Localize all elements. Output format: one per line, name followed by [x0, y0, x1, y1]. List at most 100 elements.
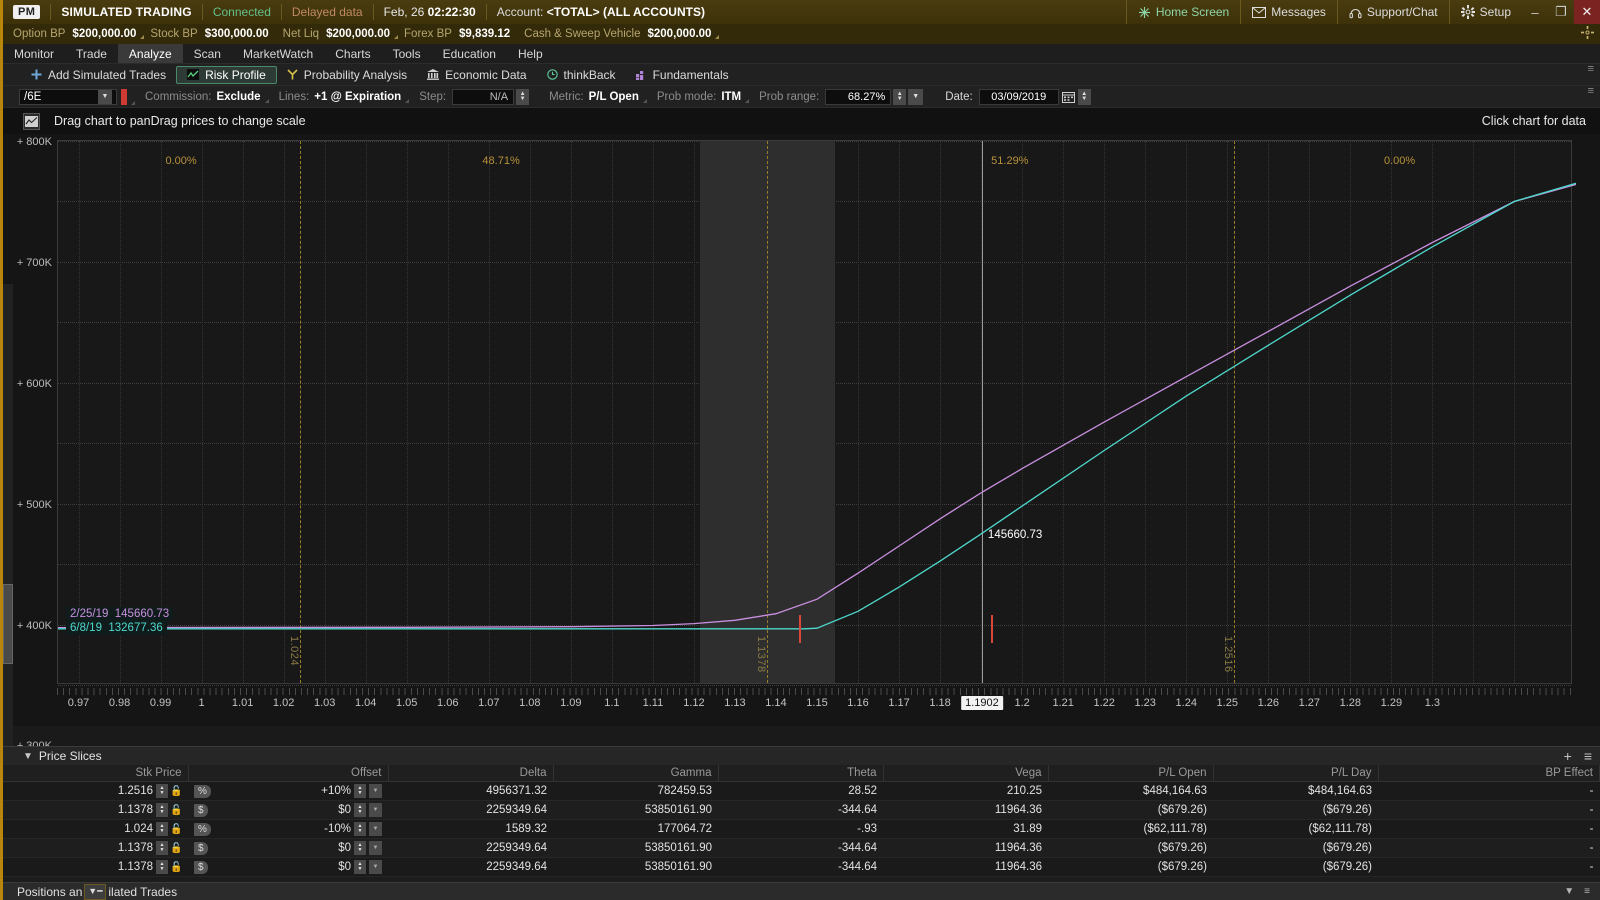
lines-group[interactable]: Lines: +1 @ Expiration [279, 91, 414, 103]
lock-icon[interactable]: 🔓 [170, 842, 182, 855]
offset-dropdown-icon[interactable]: ▼ [369, 803, 382, 817]
stk-price-stepper[interactable]: ▲ ▼ [156, 822, 168, 836]
minimize-button[interactable]: – [1522, 0, 1548, 24]
prob-range-input[interactable]: 68.27% [825, 88, 892, 105]
column-header-vega[interactable]: Vega [883, 765, 1049, 782]
cell-offset[interactable]: % -10% ▲ ▼ ▼ [188, 819, 388, 839]
scrollbar-thumb[interactable] [3, 584, 13, 664]
home-screen-button[interactable]: Home Screen [1125, 0, 1240, 24]
chart-thumbnail-icon[interactable] [23, 112, 40, 130]
menu-item-charts[interactable]: Charts [324, 44, 381, 63]
maximize-button[interactable]: ❐ [1548, 0, 1574, 24]
symbol-select[interactable]: /6E ▼ [19, 88, 117, 105]
bp-item-stock[interactable]: Stock BP $300,000.00 [150, 28, 278, 40]
stk-price-stepper[interactable]: ▲ ▼ [156, 784, 168, 798]
date-input[interactable]: 03/09/2019 [978, 88, 1059, 105]
menu-item-help[interactable]: Help [507, 44, 554, 63]
bp-item-netliq[interactable]: Net Liq $200,000.00 [283, 28, 400, 40]
column-header-theta[interactable]: Theta [718, 765, 884, 782]
chevron-down-icon[interactable]: ▼ [23, 751, 33, 762]
offset-unit-tag[interactable]: % [194, 822, 211, 836]
offset-unit-tag[interactable]: % [194, 784, 211, 798]
cell-stk-price[interactable]: 1.2516 ▲ ▼ 🔓 [3, 781, 188, 801]
offset-stepper[interactable]: ▲ ▼ [354, 841, 366, 855]
account-selector[interactable]: Account: <TOTAL> (ALL ACCOUNTS) [497, 5, 705, 19]
step-stepper[interactable]: ▲ ▼ [516, 88, 530, 105]
menu-item-monitor[interactable]: Monitor [3, 44, 65, 63]
date-stepper[interactable]: ▲ ▼ [1077, 88, 1091, 105]
table-row[interactable]: 1.1378 ▲ ▼ 🔓 $ $0 ▲ ▼ ▼ 2259349.64 53850161.90 -344… [3, 800, 1600, 820]
cell-stk-price[interactable]: 1.1378 ▲ ▼ 🔓 [3, 800, 188, 820]
bottom-collapse-icon[interactable]: ▼ [1564, 886, 1574, 897]
menu-item-trade[interactable]: Trade [65, 44, 118, 63]
stk-price-stepper[interactable]: ▲ ▼ [156, 803, 168, 817]
menu-item-education[interactable]: Education [432, 44, 507, 63]
offset-stepper[interactable]: ▲ ▼ [354, 822, 366, 836]
cell-offset[interactable]: $ $0 ▲ ▼ ▼ [188, 800, 388, 820]
setup-button[interactable]: Setup [1448, 0, 1522, 24]
lock-icon[interactable]: 🔓 [170, 861, 182, 874]
lock-icon[interactable]: 🔓 [170, 823, 182, 836]
tab-fundamentals[interactable]: Fundamentals [626, 66, 739, 84]
prob-mode-group[interactable]: Prob mode: ITM [657, 91, 753, 103]
prob-range-dropdown[interactable]: ▼ [908, 88, 924, 105]
x-axis-cursor-label[interactable]: 1.1902 [961, 696, 1003, 710]
column-header-delta[interactable]: Delta [388, 765, 554, 782]
offset-dropdown-icon[interactable]: ▼ [369, 860, 382, 874]
calendar-icon[interactable] [1061, 89, 1076, 105]
tab-risk-profile[interactable]: Risk Profile [176, 65, 277, 84]
column-header-offset[interactable]: Offset [188, 765, 389, 782]
close-button[interactable]: ✕ [1574, 0, 1600, 24]
stk-price-stepper[interactable]: ▲ ▼ [156, 841, 168, 855]
cell-stk-price[interactable]: 1.1378 ▲ ▼ 🔓 [3, 838, 188, 858]
menu-item-analyze[interactable]: Analyze [117, 44, 183, 63]
bp-item-cash-sweep[interactable]: Cash & Sweep Vehicle $200,000.00 [524, 28, 721, 40]
cell-offset[interactable]: $ $0 ▲ ▼ ▼ [188, 838, 388, 858]
menu-item-marketwatch[interactable]: MarketWatch [232, 44, 324, 63]
column-header-bp-effect[interactable]: BP Effect [1378, 765, 1600, 782]
commission-group[interactable]: Commission: Exclude [145, 91, 273, 103]
table-row[interactable]: 1.024 ▲ ▼ 🔓% -10% ▲ ▼ ▼ 1589.32 177064.72 -.93 31.8… [3, 819, 1600, 839]
offset-dropdown-icon[interactable]: ▼ [369, 784, 382, 798]
prob-range-stepper[interactable]: ▲ ▼ [893, 88, 907, 105]
step-input[interactable]: N/A [452, 88, 515, 105]
column-header-p-l-day[interactable]: P/L Day [1213, 765, 1379, 782]
table-row[interactable]: 1.1378 ▲ ▼ 🔓 $ $0 ▲ ▼ ▼ 2259349.64 53850161.90 -344… [3, 857, 1600, 877]
tab-add-simulated-trades[interactable]: Add Simulated Trades [21, 66, 176, 84]
column-header-stk-price[interactable]: Stk Price [3, 765, 189, 782]
offset-unit-tag[interactable]: $ [194, 860, 208, 874]
lock-icon[interactable]: 🔓 [170, 804, 182, 817]
tab-thinkback[interactable]: thinkBack [537, 66, 626, 84]
cell-stk-price[interactable]: 1.024 ▲ ▼ 🔓 [3, 819, 188, 839]
lock-icon[interactable]: 🔓 [170, 785, 182, 798]
bp-settings-gear-icon[interactable] [1581, 26, 1594, 39]
tab-economic-data[interactable]: Economic Data [417, 66, 536, 84]
offset-unit-tag[interactable]: $ [194, 841, 208, 855]
control-bar-menu-icon[interactable]: ≡ [1588, 86, 1594, 97]
cell-stk-price[interactable]: 1.1378 ▲ ▼ 🔓 [3, 857, 188, 877]
offset-stepper[interactable]: ▲ ▼ [354, 784, 366, 798]
menu-item-scan[interactable]: Scan [183, 44, 232, 63]
cell-offset[interactable]: % +10% ▲ ▼ ▼ [188, 781, 388, 801]
offset-stepper[interactable]: ▲ ▼ [354, 860, 366, 874]
price-slices-menu-icon[interactable]: ≡ [1584, 748, 1592, 764]
add-slice-button[interactable]: + [1564, 748, 1572, 764]
chart-vertical-scrollbar[interactable] [3, 284, 13, 804]
offset-stepper[interactable]: ▲ ▼ [354, 803, 366, 817]
cell-offset[interactable]: $ $0 ▲ ▼ ▼ [188, 857, 388, 877]
table-row[interactable]: 1.1378 ▲ ▼ 🔓 $ $0 ▲ ▼ ▼ 2259349.64 53850161.90 -344… [3, 838, 1600, 858]
stk-price-stepper[interactable]: ▲ ▼ [156, 860, 168, 874]
tab-probability-analysis[interactable]: Probability Analysis [277, 66, 417, 84]
offset-unit-tag[interactable]: $ [194, 803, 208, 817]
support-chat-button[interactable]: Support/Chat [1336, 0, 1449, 24]
offset-dropdown-icon[interactable]: ▼ [369, 841, 382, 855]
table-row[interactable]: 1.2516 ▲ ▼ 🔓% +10% ▲ ▼ ▼ 4956371.32 782459.53 28.5… [3, 781, 1600, 801]
column-header-gamma[interactable]: Gamma [553, 765, 719, 782]
bottom-menu-icon[interactable]: ≡ [1584, 886, 1590, 897]
menu-item-tools[interactable]: Tools [382, 44, 432, 63]
column-header-p-l-open[interactable]: P/L Open [1048, 765, 1214, 782]
offset-dropdown-icon[interactable]: ▼ [369, 822, 382, 836]
bp-item-forex[interactable]: Forex BP $9,839.12 [404, 28, 520, 40]
subbar-menu-icon[interactable]: ≡ [1588, 64, 1594, 75]
messages-button[interactable]: Messages [1240, 0, 1337, 24]
